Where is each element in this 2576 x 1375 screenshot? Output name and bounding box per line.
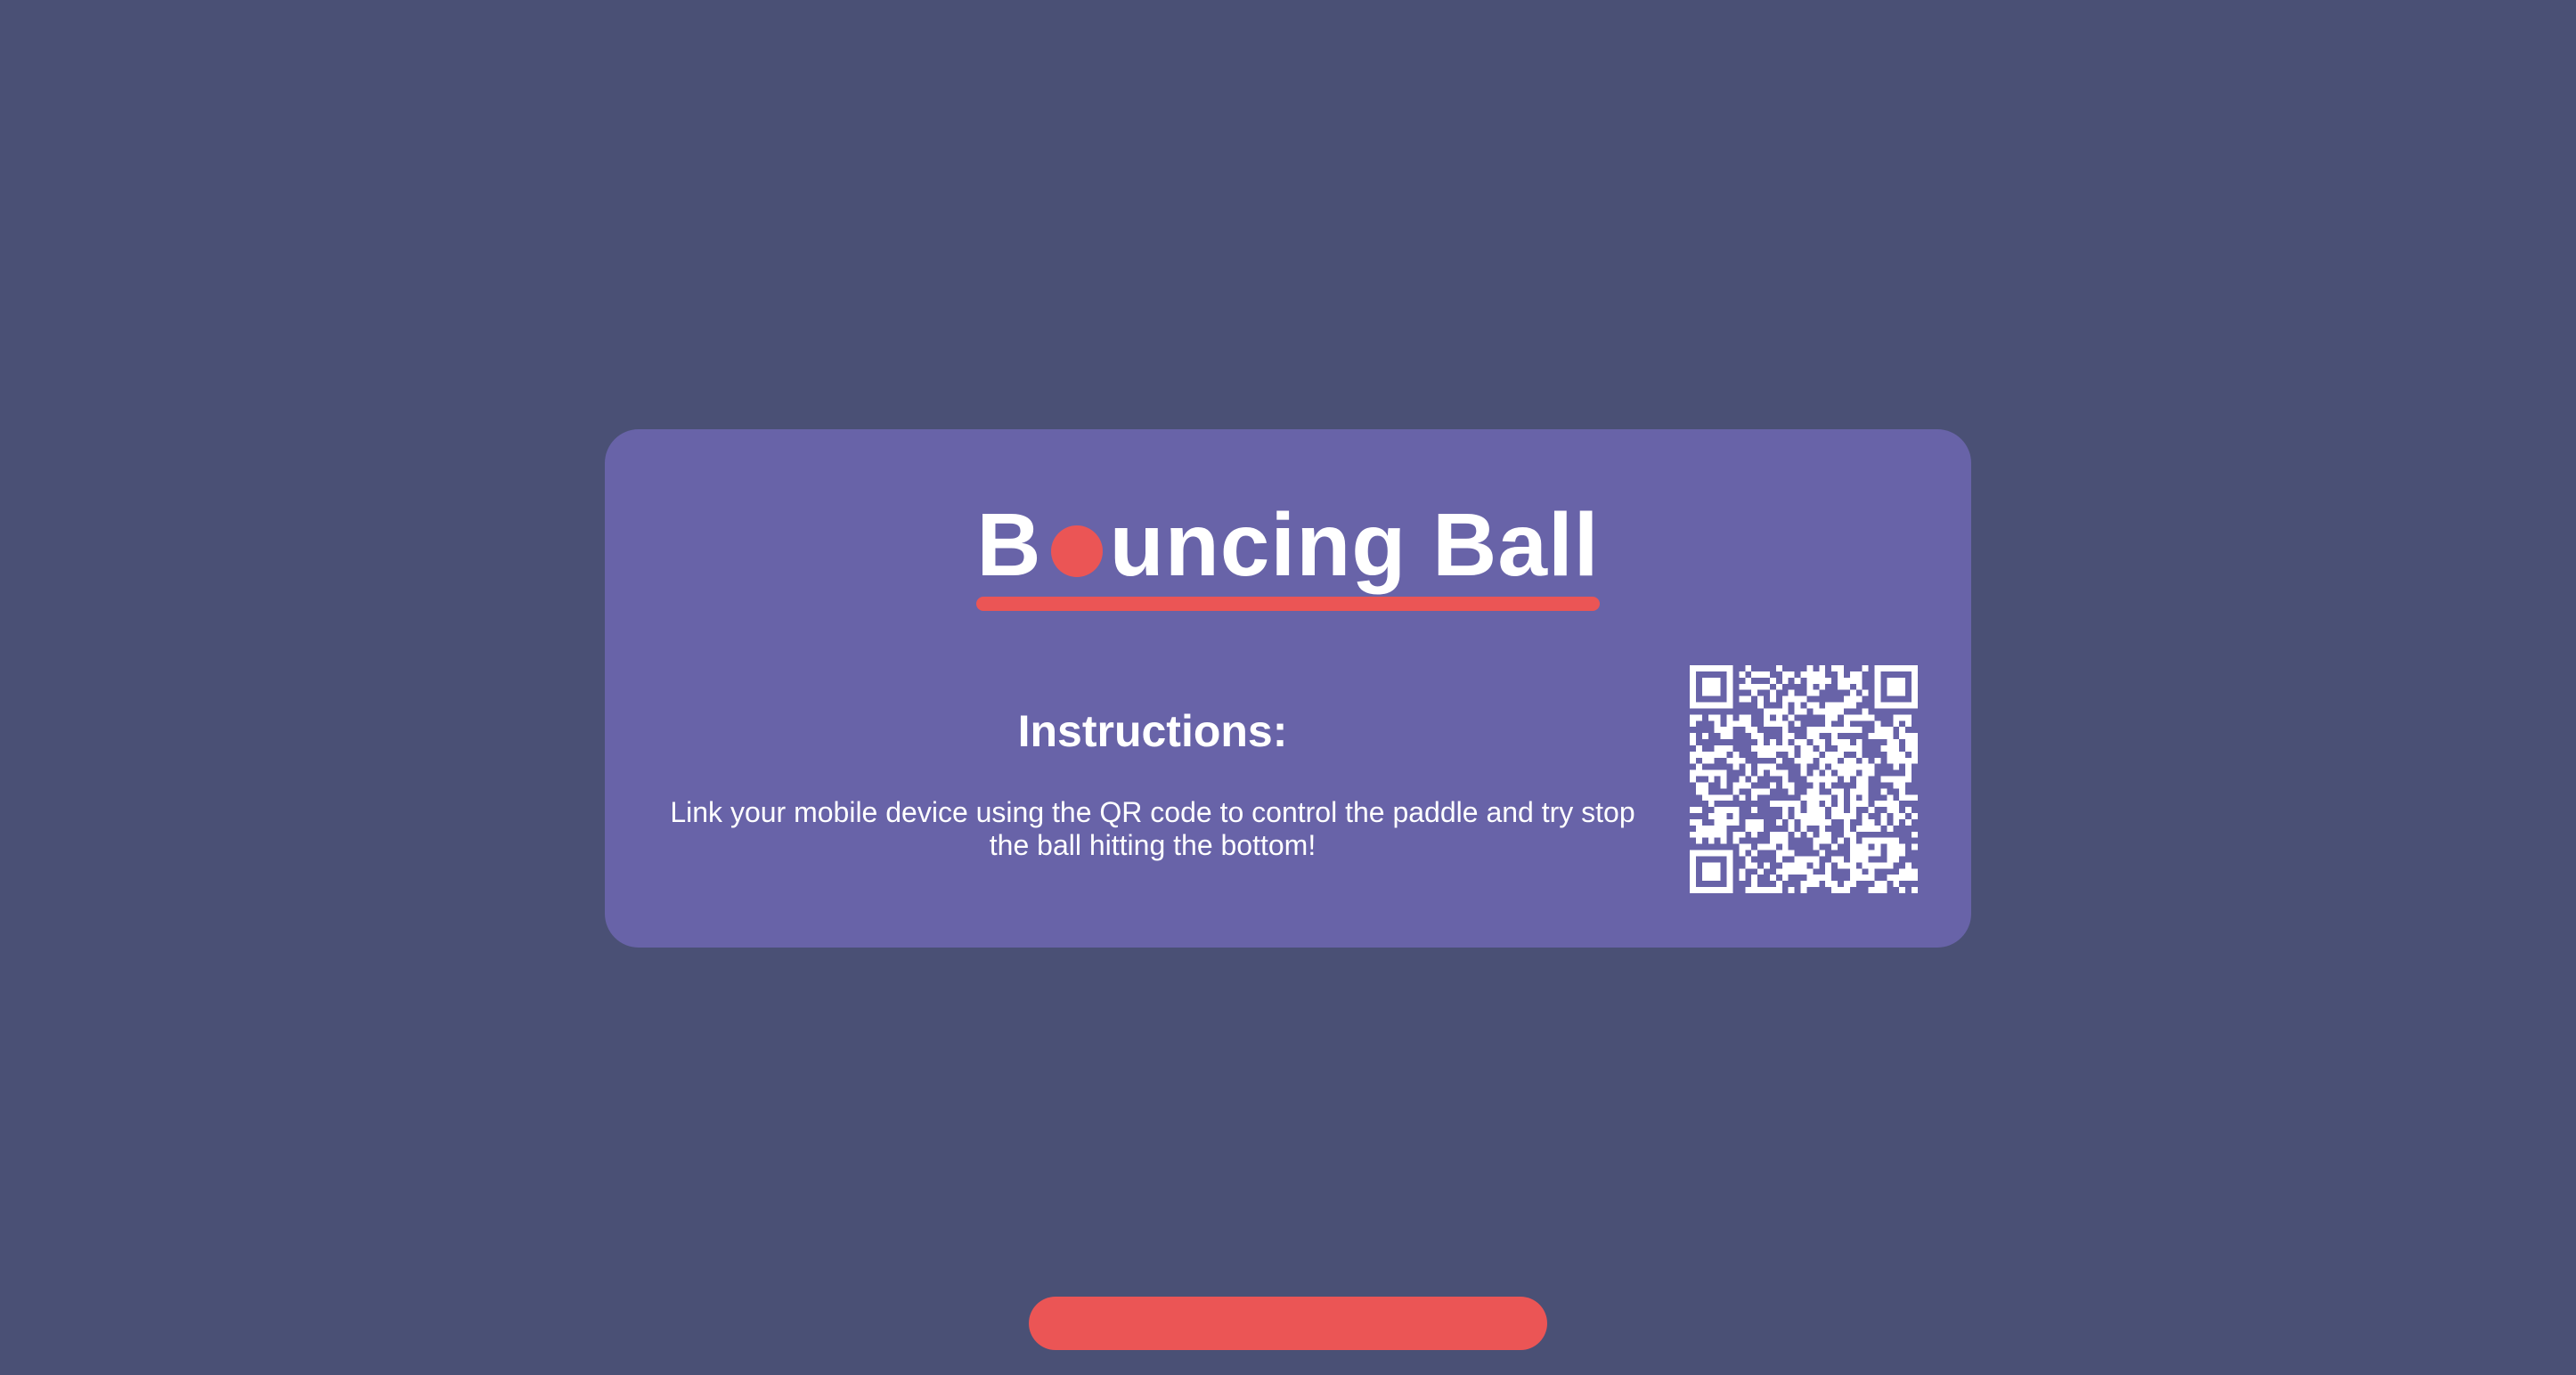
instructions-card: Buncing Ball Instructions: Link your mob… (605, 429, 1971, 948)
game-title: Buncing Ball (976, 500, 1600, 611)
title-text-start: B (976, 495, 1042, 595)
title-text-end: uncing Ball (1109, 495, 1600, 595)
instructions-text: Link your mobile device using the QR cod… (670, 796, 1635, 861)
title-underline (976, 597, 1600, 611)
title-container: Buncing Ball (605, 500, 1971, 611)
qr-code-icon[interactable] (1690, 665, 1918, 893)
instructions-heading: Instructions: (1017, 706, 1288, 756)
instructions-section: Instructions: Link your mobile device us… (658, 705, 1647, 862)
ball-letter-icon (1050, 525, 1103, 577)
paddle[interactable] (1029, 1297, 1547, 1350)
